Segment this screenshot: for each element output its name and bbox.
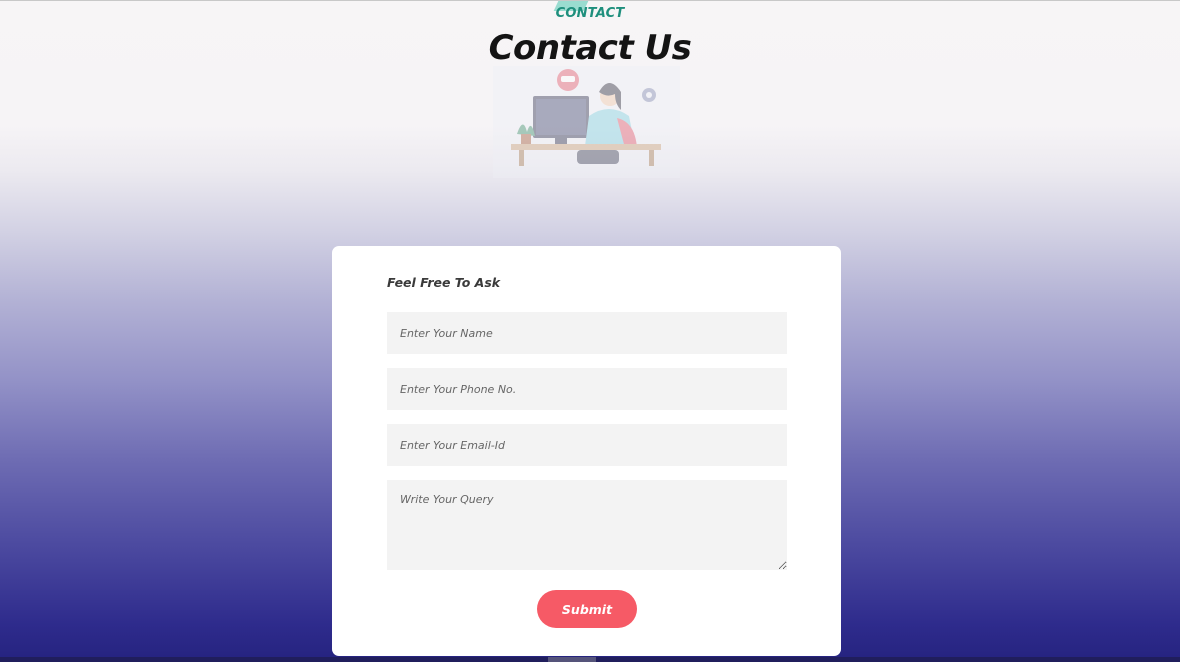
form-heading: Feel Free To Ask: [387, 275, 501, 290]
email-input[interactable]: [387, 424, 787, 466]
section-kicker: CONTACT: [555, 6, 625, 21]
bottom-tab-indicator: [548, 657, 596, 662]
support-agent-illustration: [493, 66, 680, 178]
contact-form-card: Feel Free To Ask Submit: [332, 246, 841, 656]
name-input[interactable]: [387, 312, 787, 354]
query-textarea[interactable]: [387, 480, 787, 570]
top-border: [0, 0, 1180, 1]
submit-button[interactable]: Submit: [537, 590, 637, 628]
page-title: Contact Us: [488, 28, 692, 68]
phone-input[interactable]: [387, 368, 787, 410]
